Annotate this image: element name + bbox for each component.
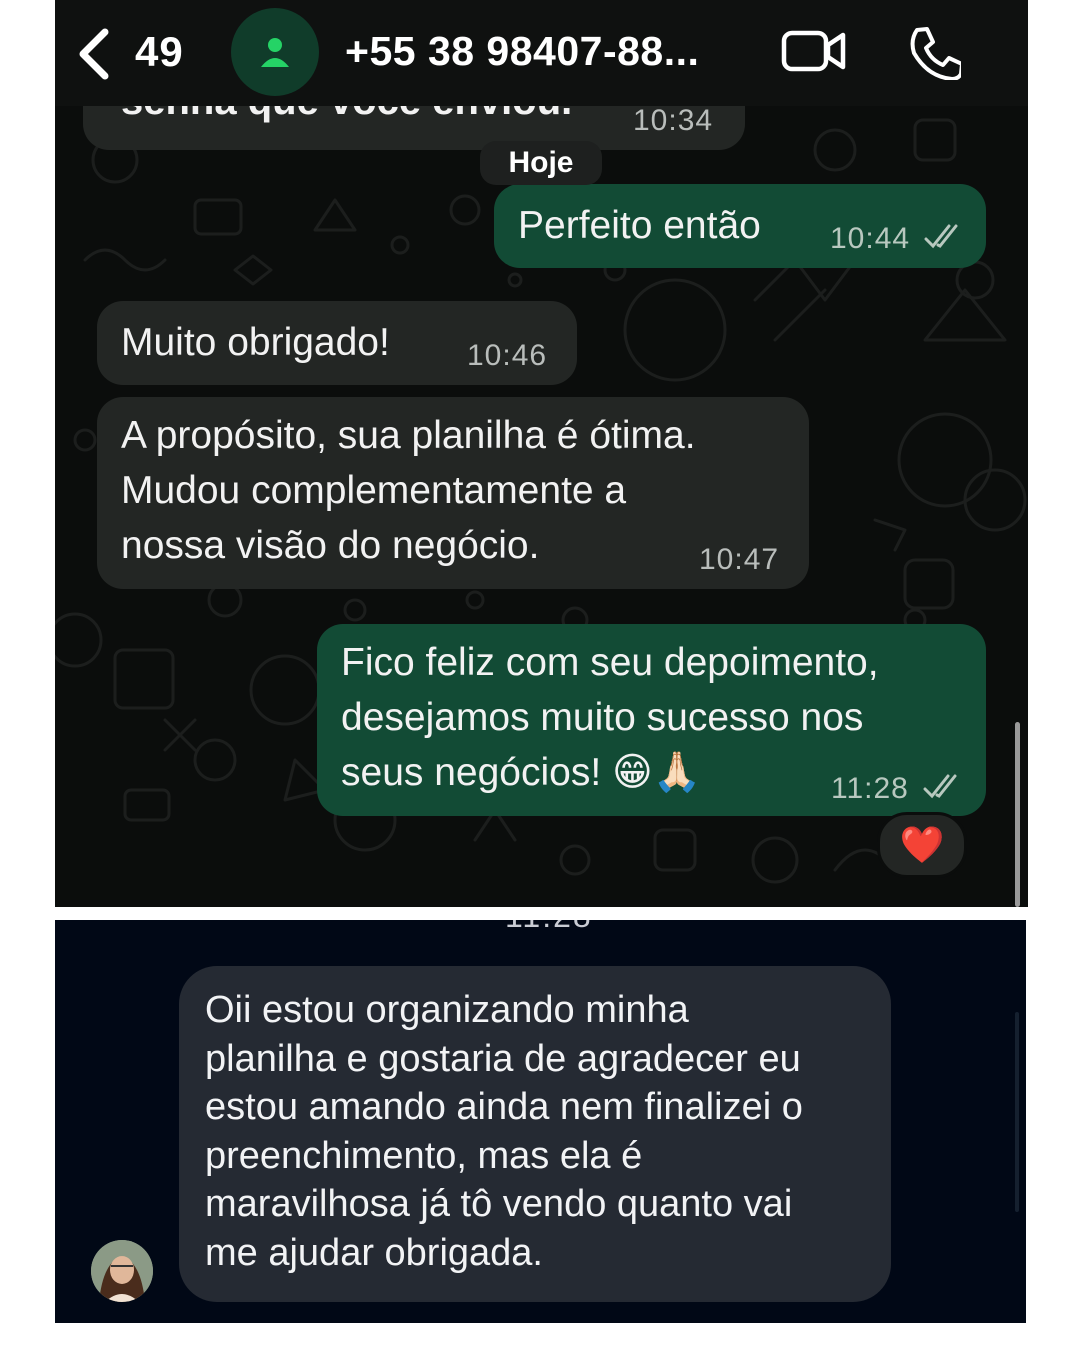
- message-time: 10:46: [467, 339, 548, 372]
- contact-avatar[interactable]: [231, 8, 319, 96]
- message-line: me ajudar obrigada.: [205, 1231, 543, 1274]
- message-time: 11:28: [831, 772, 909, 805]
- profile-photo-icon: [91, 1240, 153, 1302]
- outgoing-message-bubble[interactable]: Perfeito então 10:44: [494, 184, 986, 268]
- read-receipt-icon: [923, 774, 957, 799]
- message-text: Fico feliz com seu depoimento, desejamos…: [341, 635, 879, 800]
- outgoing-message-bubble[interactable]: Fico feliz com seu depoimento, desejamos…: [317, 624, 986, 816]
- incoming-message-bubble[interactable]: Oii estou organizando minha planilha e g…: [179, 966, 891, 1302]
- video-call-icon[interactable]: [781, 28, 847, 74]
- message-time: 10:44: [830, 222, 911, 255]
- contact-name[interactable]: +55 38 98407-88...: [345, 28, 699, 75]
- message-line: desejamos muito sucesso nos: [341, 696, 864, 739]
- sender-avatar[interactable]: [91, 1240, 153, 1302]
- scrollbar[interactable]: [1015, 722, 1020, 907]
- person-icon: [261, 38, 289, 67]
- direct-message-screenshot: 11:28 Oii estou organizando minha planil…: [55, 920, 1026, 1323]
- cut-off-timestamp: 11:28: [505, 920, 593, 935]
- message-line: preenchimento, mas ela é: [205, 1134, 643, 1177]
- message-time: 10:34: [633, 104, 714, 137]
- message-line: maravilhosa já tô vendo quanto vai: [205, 1183, 793, 1226]
- phone-icon[interactable]: [905, 24, 961, 80]
- message-line: Oii estou organizando minha: [205, 989, 689, 1031]
- heart-icon: ❤️: [899, 824, 945, 865]
- message-line: seus negócios! 😁🙏🏻: [341, 751, 702, 794]
- back-icon[interactable]: [75, 26, 115, 82]
- incoming-message-bubble[interactable]: A propósito, sua planilha é ótima. Mudou…: [97, 397, 809, 589]
- message-text: Muito obrigado!: [121, 321, 390, 364]
- scrollbar[interactable]: [1015, 1012, 1019, 1212]
- chat-header: 49 +55 38 98407-88...: [55, 0, 1028, 106]
- incoming-message-bubble[interactable]: Muito obrigado! 10:46: [97, 301, 577, 385]
- message-line: planilha e gostaria de agradecer eu: [205, 1037, 801, 1080]
- heart-reaction[interactable]: ❤️: [877, 812, 967, 878]
- message-line: A propósito, sua planilha é ótima.: [121, 414, 696, 457]
- day-divider: Hoje: [480, 141, 602, 185]
- message-text: Perfeito então: [518, 204, 761, 247]
- message-line: estou amando ainda nem finalizei o: [205, 1086, 803, 1129]
- message-line: Mudou complementamente a: [121, 469, 627, 512]
- message-text: A propósito, sua planilha é ótima. Mudou…: [121, 408, 696, 573]
- message-time: 10:47: [699, 543, 780, 576]
- message-line: nossa visão do negócio.: [121, 524, 540, 567]
- whatsapp-chat-screenshot: senha que você enviou. 10:34 49 +55 38 9…: [55, 0, 1028, 907]
- read-receipt-icon: [924, 224, 958, 249]
- message-line: Fico feliz com seu depoimento,: [341, 641, 879, 684]
- unread-count[interactable]: 49: [135, 28, 184, 76]
